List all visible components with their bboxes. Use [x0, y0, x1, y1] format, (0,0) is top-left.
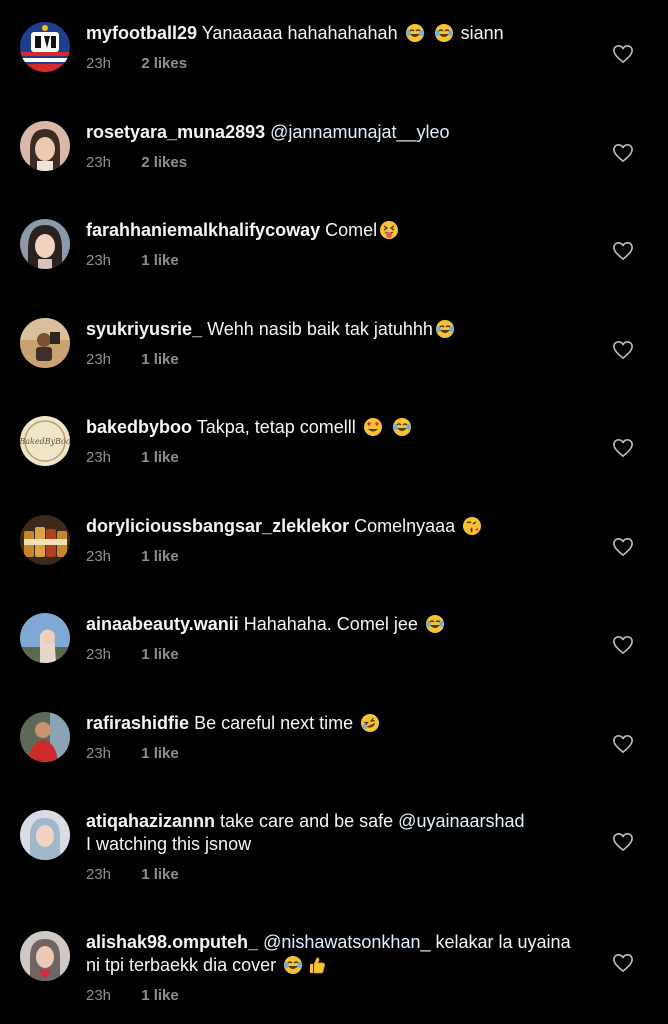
comment-meta: 23h 1 like — [86, 449, 586, 467]
comment-username[interactable]: rosetyara_muna2893 — [86, 122, 265, 142]
comment-username[interactable]: myfootball29 — [86, 23, 197, 43]
woman-selfie-avatar[interactable] — [20, 121, 70, 171]
heart-eyes-emoji — [363, 417, 383, 437]
comment-likes[interactable]: 1 like — [141, 987, 179, 1004]
comment-text: take care and be safe — [220, 811, 394, 831]
like-heart-icon[interactable] — [612, 438, 634, 458]
comment-meta: 23h 2 likes — [86, 154, 586, 172]
comments-list: myfootball29 Yanaaaaa hahahahahah siann … — [0, 0, 668, 1024]
comment-time: 23h — [86, 548, 112, 565]
comment-text: Be careful next time — [194, 713, 354, 733]
comment-body: syukriyusrie_ Wehh nasib baik tak jatuhh… — [86, 318, 586, 369]
woman-hijab-heart-avatar[interactable] — [20, 931, 70, 981]
comment-meta: 23h 1 like — [86, 866, 586, 884]
comment-body: atiqahazizannn take care and be safe @uy… — [86, 810, 586, 884]
tears-of-joy-emoji — [405, 23, 425, 43]
comment-meta: 23h 1 like — [86, 252, 586, 270]
comment-username[interactable]: farahhaniemalkhalifycoway — [86, 220, 320, 240]
tears-of-joy-emoji — [425, 614, 445, 634]
comment-meta: 23h 1 like — [86, 548, 586, 566]
comment-likes[interactable]: 1 like — [141, 252, 179, 269]
comment-meta: 23h 1 like — [86, 646, 586, 664]
mention-link[interactable]: @nishawatsonkhan_ — [263, 932, 430, 952]
rolling-laughing-emoji — [360, 713, 380, 733]
comment-likes[interactable]: 1 like — [141, 548, 179, 565]
like-heart-icon[interactable] — [612, 44, 634, 64]
comment-time: 23h — [86, 646, 112, 663]
bakery-logo-avatar[interactable]: BakedByBoo — [20, 416, 70, 466]
mention-link[interactable]: @jannamunajat__yleo — [270, 122, 449, 142]
comment-text: Comelnyaaa — [354, 516, 456, 536]
product-jars-avatar[interactable] — [20, 515, 70, 565]
comment-body: alishak98.omputeh_ @nishawatsonkhan_ kel… — [86, 931, 586, 1005]
comment-likes[interactable]: 1 like — [141, 745, 179, 762]
comment-time: 23h — [86, 866, 112, 883]
comment-time: 23h — [86, 745, 112, 762]
tears-of-joy-emoji — [435, 319, 455, 339]
like-heart-icon[interactable] — [612, 832, 634, 852]
comment-time: 23h — [86, 252, 112, 269]
comment-text: Takpa, tetap comelll — [196, 417, 356, 437]
comment-body: bakedbyboo Takpa, tetap comelll 23h 1 li… — [86, 416, 586, 467]
comment-time: 23h — [86, 449, 112, 466]
comment-text: siann — [460, 23, 504, 43]
like-heart-icon[interactable] — [612, 953, 634, 973]
tears-of-joy-emoji — [392, 417, 412, 437]
comment-username[interactable]: alishak98.omputeh_ — [86, 932, 258, 952]
comment-likes[interactable]: 1 like — [141, 866, 179, 883]
comment-body: dorylicioussbangsar_zleklekor Comelnyaaa… — [86, 515, 586, 566]
comment-username[interactable]: syukriyusrie_ — [86, 319, 202, 339]
comment-likes[interactable]: 2 likes — [141, 154, 187, 171]
woman-portrait-avatar[interactable] — [20, 219, 70, 269]
comment-time: 23h — [86, 987, 112, 1004]
tears-of-joy-emoji — [283, 955, 303, 975]
comment-body: myfootball29 Yanaaaaa hahahahahah siann … — [86, 22, 586, 73]
comment-username[interactable]: bakedbyboo — [86, 417, 192, 437]
comment-meta: 23h 2 likes — [86, 55, 586, 73]
comment-text: Hahahaha. Comel jee — [243, 614, 418, 634]
comment-username[interactable]: rafirashidfie — [86, 713, 189, 733]
comment-meta: 23h 1 like — [86, 987, 586, 1005]
comment-time: 23h — [86, 154, 112, 171]
like-heart-icon[interactable] — [612, 734, 634, 754]
mention-link[interactable]: @uyainaarshad — [398, 811, 524, 831]
tears-of-joy-emoji — [434, 23, 454, 43]
comment-username[interactable]: dorylicioussbangsar_zleklekor — [86, 516, 349, 536]
comment-likes[interactable]: 1 like — [141, 646, 179, 663]
man-outdoor-avatar[interactable] — [20, 318, 70, 368]
comment-time: 23h — [86, 351, 112, 368]
comment-likes[interactable]: 2 likes — [141, 55, 187, 72]
comment-body: rosetyara_muna2893 @jannamunajat__yleo 2… — [86, 121, 586, 172]
comment-text: Comel — [325, 220, 378, 240]
comment-body: ainaabeauty.wanii Hahahaha. Comel jee 23… — [86, 613, 586, 664]
comment-username[interactable]: ainaabeauty.wanii — [86, 614, 239, 634]
comment-meta: 23h 1 like — [86, 745, 586, 763]
woman-sky-avatar[interactable] — [20, 613, 70, 663]
like-heart-icon[interactable] — [612, 340, 634, 360]
tongue-out-emoji — [379, 220, 399, 240]
comment-time: 23h — [86, 55, 112, 72]
comment-text: Yanaaaaa hahahahahah — [201, 23, 398, 43]
football-team-logo-avatar[interactable] — [20, 22, 70, 72]
like-heart-icon[interactable] — [612, 241, 634, 261]
bakery-logo-text: BakedByBoo — [20, 437, 70, 446]
comment-body: farahhaniemalkhalifycoway Comel 23h 1 li… — [86, 219, 586, 270]
comment-likes[interactable]: 1 like — [141, 351, 179, 368]
blowing-kiss-emoji — [462, 516, 482, 536]
like-heart-icon[interactable] — [612, 537, 634, 557]
woman-hijab-avatar[interactable] — [20, 810, 70, 860]
thumbs-up-emoji — [307, 955, 327, 975]
comment-text: Wehh nasib baik tak jatuhhh — [207, 319, 433, 339]
comment-meta: 23h 1 like — [86, 351, 586, 369]
comment-body: rafirashidfie Be careful next time 23h 1… — [86, 712, 586, 763]
comment-text: I watching this jsnow — [86, 834, 252, 854]
comment-username[interactable]: atiqahazizannn — [86, 811, 215, 831]
like-heart-icon[interactable] — [612, 143, 634, 163]
comment-likes[interactable]: 1 like — [141, 449, 179, 466]
like-heart-icon[interactable] — [612, 635, 634, 655]
man-red-shirt-avatar[interactable] — [20, 712, 70, 762]
